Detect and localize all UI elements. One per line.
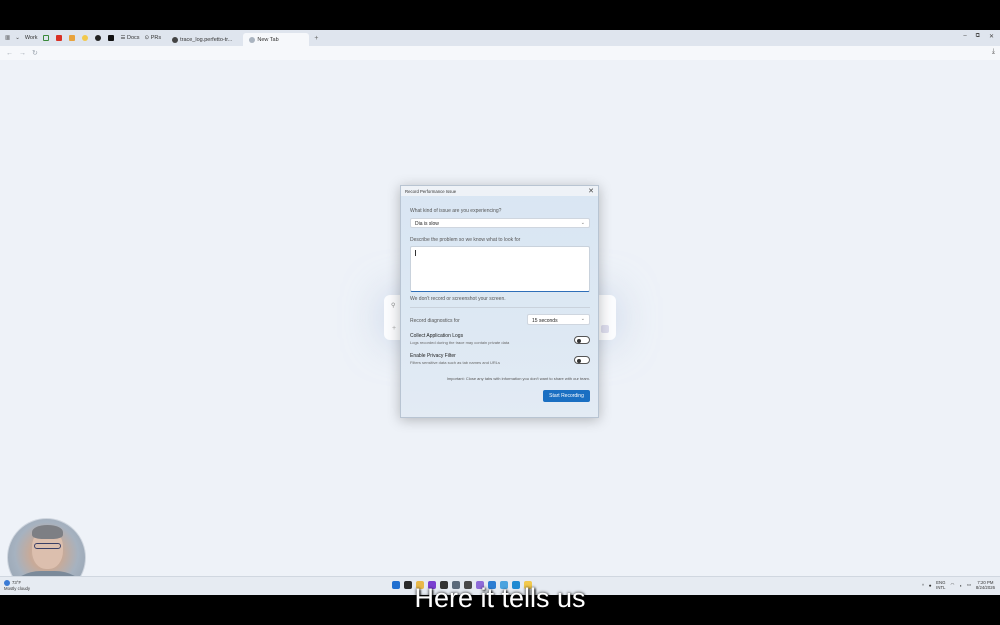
new-tab-icon [249,36,256,43]
tab-docs-label: Docs [127,35,140,41]
chevron-down-icon: ⌄ [580,316,585,322]
duration-value: 15 seconds [532,317,558,324]
window-controls: – ⧉ ✕ [963,33,994,40]
desktop-screen: ▥ ⌄ Work ☰ Docs ⊙ PRs trace_log.perfetto… [0,30,1000,595]
profile-label[interactable]: Work [25,35,38,41]
collect-logs-label: Collect Application Logs [410,333,464,339]
duration-select[interactable]: 15 seconds ⌄ [527,314,590,325]
tab-docs[interactable]: ☰ Docs [121,35,140,41]
privacy-filter-sub: Filters sensitive data such as tab names… [410,360,501,365]
tab-new-tab-label: New Tab [257,36,279,43]
download-icon[interactable]: ⤓ [992,48,995,56]
collect-logs-toggle[interactable] [574,336,590,344]
reload-icon[interactable]: ↻ [32,49,38,57]
tab-prs[interactable]: ⊙ PRs [145,35,162,41]
webcam-hair [32,525,63,539]
perfetto-icon [172,36,179,43]
notion-icon[interactable] [107,35,114,41]
tab-trace-log-label: trace_log.perfetto-tr... [180,36,233,43]
sidebar-toggle-icon[interactable]: ▥ [5,35,10,41]
maximize-button[interactable]: ⧉ [976,33,980,40]
close-icon[interactable]: ✕ [588,187,594,195]
submit-button[interactable] [601,325,609,333]
browser-nav-bar: ← → ↻ ⤓ [0,46,1000,60]
divider [410,307,590,308]
start-recording-button[interactable]: Start Recording [543,390,590,402]
dialog-titlebar: Record Performance Issue ✕ [401,186,598,196]
webcam-glasses [34,543,61,549]
chevron-down-icon[interactable]: ⌄ [15,35,20,41]
collect-logs-sub: Logs recorded during the trace may conta… [410,340,510,345]
chevron-down-icon: ⌄ [580,220,585,226]
privacy-filter-label: Enable Privacy Filter [410,353,456,359]
minimize-button[interactable]: – [963,33,966,40]
tab-trace-log[interactable]: trace_log.perfetto-tr... [166,33,238,46]
browser-tab-bar: ▥ ⌄ Work ☰ Docs ⊙ PRs trace_log.perfetto… [0,30,1000,46]
privacy-filter-toggle[interactable] [574,356,590,364]
tab-prs-label: PRs [150,35,162,41]
issue-type-value: Dia is slow [415,221,439,227]
gmail-icon[interactable] [55,35,62,41]
issue-question-label: What kind of issue are you experiencing? [410,208,502,214]
add-icon[interactable]: + [392,325,396,332]
dialog-title: Record Performance Issue [405,189,457,194]
search-icon: ⚲ [391,303,396,309]
tab-new-tab[interactable]: New Tab [243,33,310,46]
video-caption: Here it tells us [414,583,586,613]
important-note: Important: Close any tabs with informati… [446,376,590,381]
close-window-button[interactable]: ✕ [989,33,994,40]
slack-icon[interactable] [68,35,75,41]
pinned-tab-icon-1[interactable] [42,35,49,41]
privacy-note: We don't record or screenshot your scree… [410,296,506,302]
letterbox-top [0,0,1000,30]
describe-textarea[interactable] [410,246,590,292]
forward-arrow-icon[interactable]: → [19,50,26,57]
record-performance-dialog: Record Performance Issue ✕ What kind of … [400,185,599,418]
describe-label: Describe the problem so we know what to … [410,237,521,243]
new-tab-button[interactable]: + [314,35,318,42]
text-caret [415,250,416,256]
back-arrow-icon[interactable]: ← [6,50,13,57]
issue-type-select[interactable]: Dia is slow ⌄ [410,218,590,228]
pinned-tab-icon-4[interactable] [81,35,88,41]
github-icon[interactable] [94,35,101,41]
record-duration-label: Record diagnostics for [410,318,460,324]
